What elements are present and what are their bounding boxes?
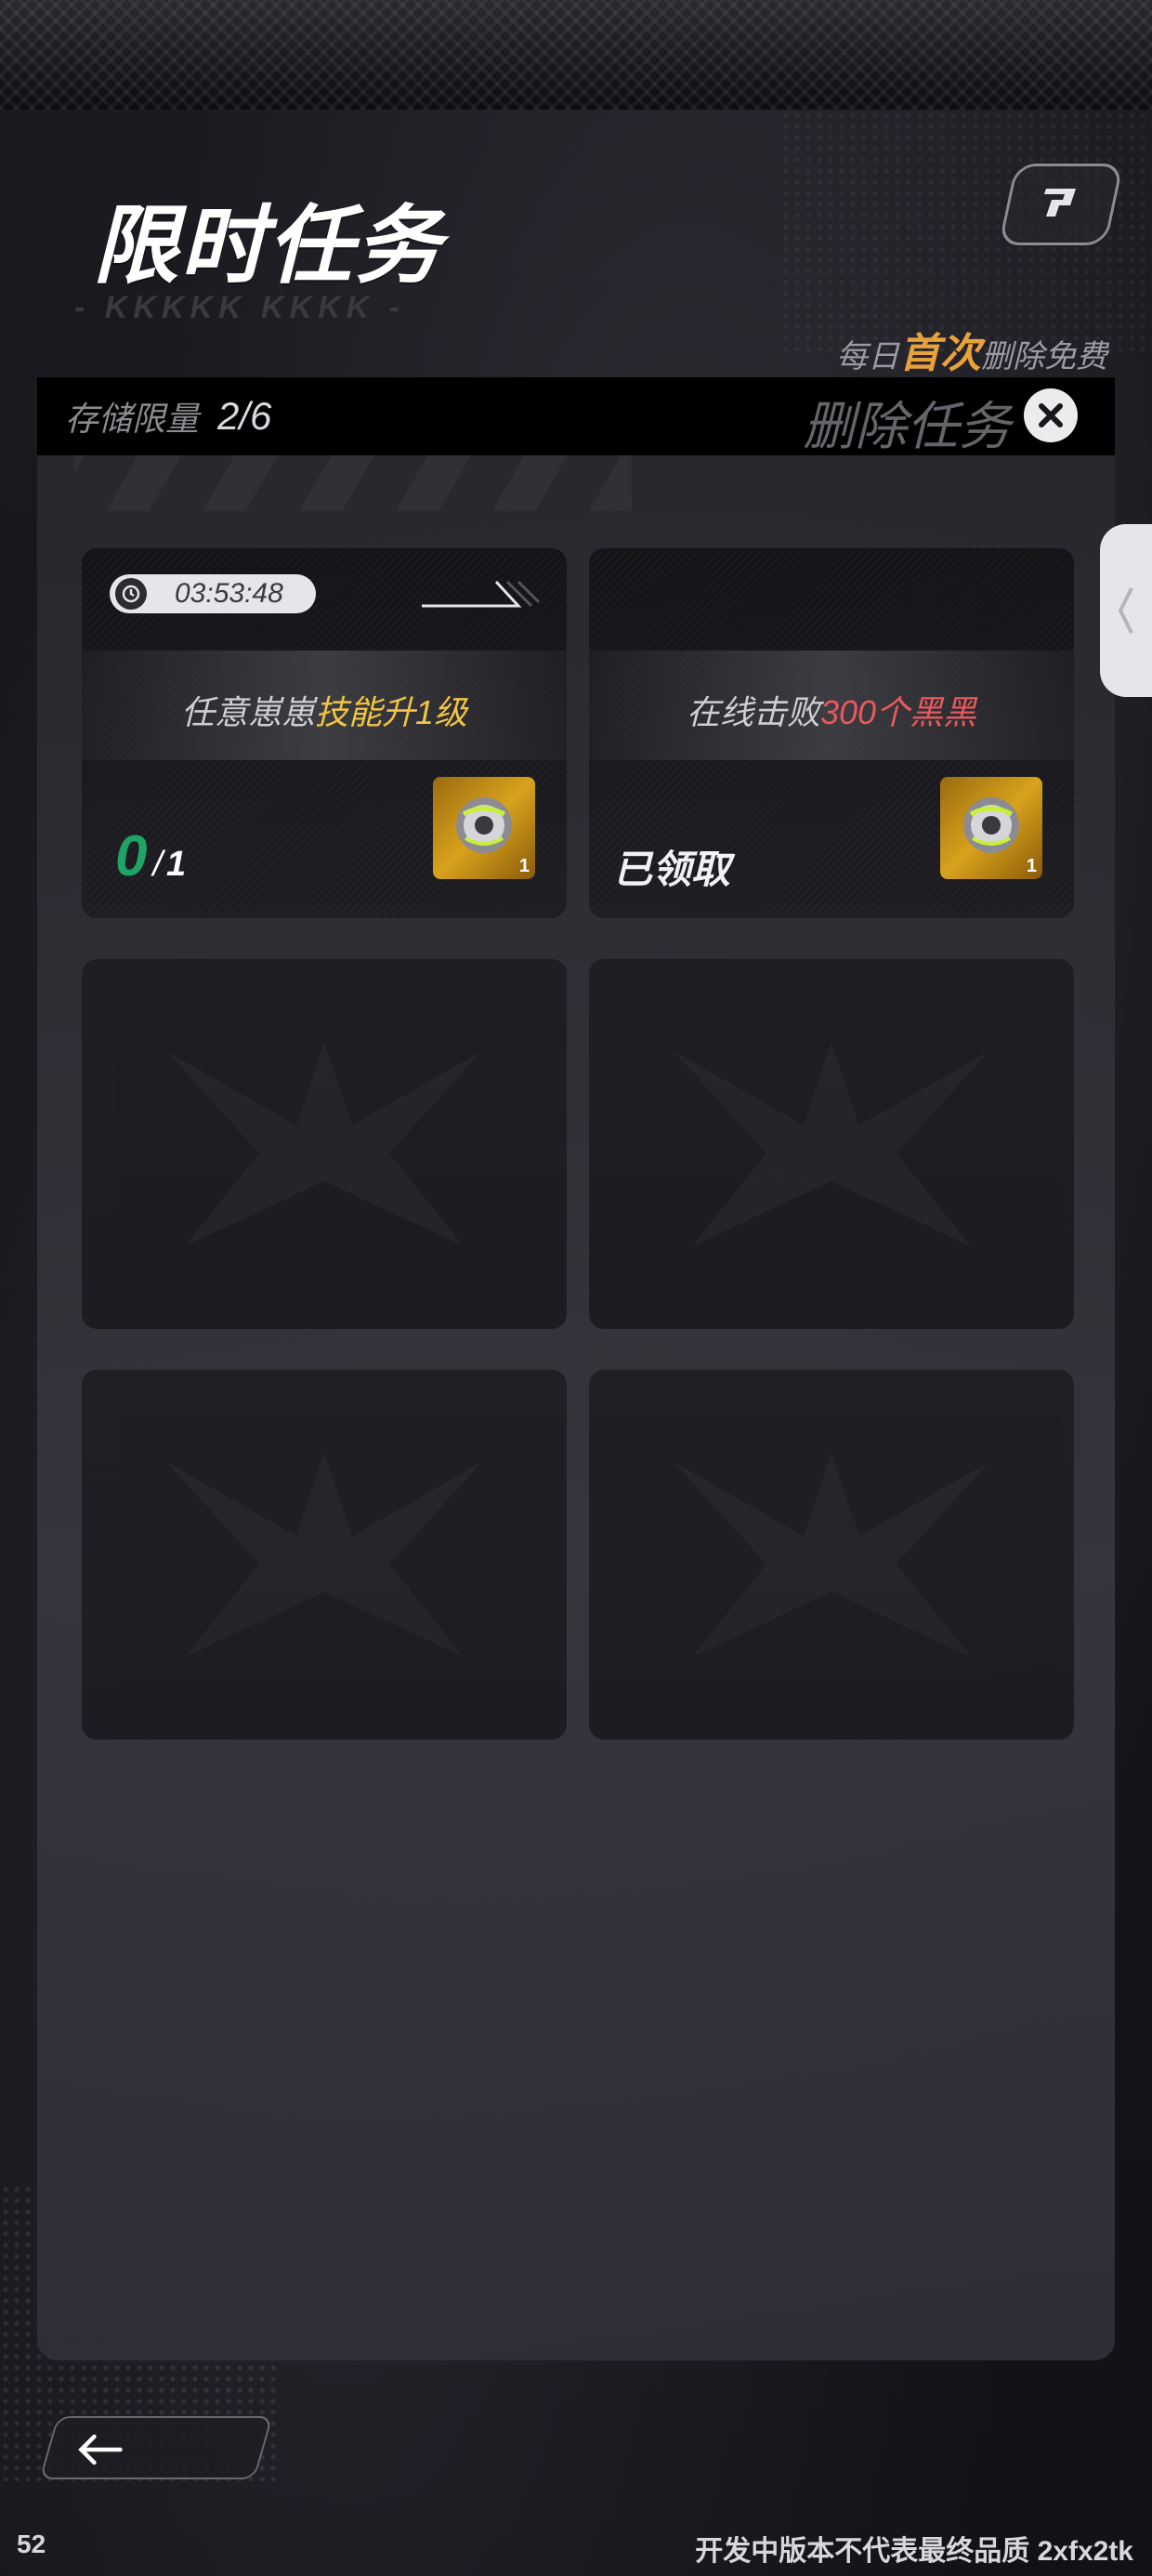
reward-item[interactable]: 1 — [433, 777, 535, 879]
reward-count: 1 — [518, 856, 530, 876]
task-description: 任意崽崽技能升1级 — [180, 693, 468, 731]
close-button[interactable] — [1024, 388, 1078, 442]
timer-text: 03:53:48 — [175, 578, 283, 609]
panel-header: 存储限量 2/6 删除任务 — [37, 377, 1115, 455]
title-decoration: - KKKKK KKKK - — [74, 290, 405, 325]
reward-count: 1 — [1026, 856, 1037, 876]
reward-item[interactable]: 1 — [940, 777, 1042, 879]
back-button[interactable] — [39, 2416, 273, 2479]
empty-task-slot — [82, 959, 567, 1329]
task-card[interactable]: 在线击败300个黑黑 已领取 1 — [589, 548, 1074, 918]
storage-label: 存储限量 — [65, 400, 200, 438]
collapse-chevron-icon — [1118, 587, 1133, 634]
arrow-decoration — [422, 580, 541, 608]
empty-slot-emblem-icon — [157, 1434, 491, 1676]
empty-task-slot — [589, 1370, 1074, 1740]
delete-task-button[interactable]: 删除任务 — [803, 385, 1011, 460]
free-delete-note: 每日首次删除免费 — [836, 331, 1107, 376]
page-title: 限时任务 — [93, 199, 443, 294]
task-card[interactable]: 03:53:48 任意崽崽技能升1级 0 / 1 1 — [82, 548, 567, 918]
empty-slot-emblem-icon — [664, 1023, 999, 1265]
task-progress: 0 / 1 — [115, 824, 187, 888]
empty-task-slot — [82, 1370, 567, 1740]
help-icon — [1044, 189, 1076, 217]
dev-build-note: 开发中版本不代表最终品质 2xfx2tk — [695, 2536, 1133, 2567]
empty-slot-emblem-icon — [664, 1434, 999, 1676]
task-panel: 存储限量 2/6 删除任务 03:53:48 任意崽崽技能升1级 0 / 1 1… — [37, 377, 1115, 2360]
task-description: 在线击败300个黑黑 — [686, 693, 977, 731]
timer-badge: 03:53:48 — [110, 574, 316, 613]
side-collapse-tab[interactable] — [1100, 524, 1152, 697]
empty-task-slot — [589, 959, 1074, 1329]
claimed-status: 已领取 — [613, 848, 731, 891]
back-arrow-icon — [78, 2434, 123, 2465]
close-icon — [1039, 403, 1063, 427]
storage-value: 2/6 — [217, 394, 272, 438]
fps-counter: 52 — [17, 2530, 46, 2558]
timer-icon — [115, 578, 147, 610]
help-button[interactable] — [998, 164, 1124, 245]
panel-decoration — [74, 455, 632, 511]
top-banner — [0, 0, 1152, 110]
empty-slot-emblem-icon — [157, 1023, 491, 1265]
